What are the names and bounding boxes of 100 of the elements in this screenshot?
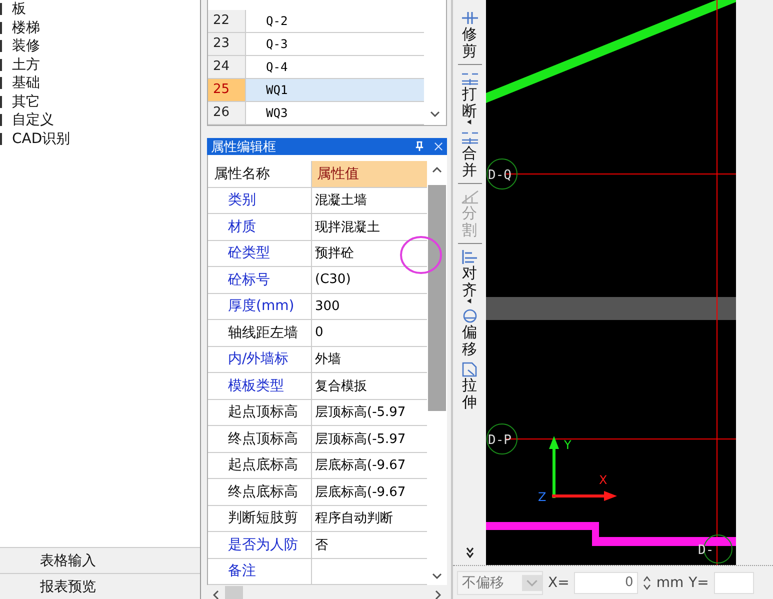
- axis-bubble: D-Q: [486, 158, 518, 190]
- tree-node-marker: [0, 132, 2, 145]
- property-name: 砼类型: [228, 244, 270, 262]
- toolbar-button[interactable]: 修剪: [454, 8, 484, 61]
- toolbar-button[interactable]: 打断: [454, 68, 484, 127]
- y-label: Y=: [688, 574, 709, 590]
- property-name: 材质: [228, 218, 256, 236]
- double-chevron-down-icon[interactable]: [464, 547, 474, 559]
- row-number: 23: [208, 33, 246, 55]
- tree-node-marker: [0, 40, 2, 52]
- component-name: WQ3: [265, 105, 289, 122]
- tree-item[interactable]: 楼梯: [12, 18, 40, 37]
- chevron-down-icon[interactable]: [432, 573, 442, 579]
- y-axis-arrow: [549, 436, 559, 498]
- axis-label: Y: [564, 438, 572, 452]
- side-panel-button[interactable]: 报表预览: [0, 573, 200, 599]
- scrollbar-thumb[interactable]: [225, 586, 243, 599]
- axis-label: Z: [538, 490, 546, 504]
- property-name: 判断短肢剪: [228, 509, 298, 528]
- property-name: 内/外墙标: [228, 350, 289, 368]
- property-name: 类别: [228, 191, 256, 210]
- axis-label: X: [599, 473, 608, 487]
- tree-item[interactable]: CAD识别: [12, 130, 70, 148]
- component-row[interactable]: 24 Q-4: [208, 56, 424, 79]
- chevron-left-icon[interactable]: [213, 590, 219, 599]
- toolbar-button[interactable]: 拉伸: [454, 359, 484, 412]
- property-value-cell[interactable]: 否: [312, 532, 427, 558]
- property-name: 备注: [228, 562, 256, 580]
- panel-title: 属性编辑框: [211, 138, 277, 156]
- dropdown-arrow-icon: [467, 298, 472, 304]
- property-name: 是否为人防: [228, 536, 298, 554]
- component-row[interactable]: 25 WQ1: [208, 79, 424, 102]
- property-value-cell[interactable]: 层底标高(-9.67: [312, 479, 427, 504]
- property-value-cell[interactable]: 现拌混凝土: [312, 214, 427, 240]
- chevron-up-icon[interactable]: [432, 167, 442, 173]
- tree-node-marker: [0, 22, 2, 34]
- property-name: 起点顶标高: [228, 403, 298, 422]
- tree-item[interactable]: 基础: [12, 74, 40, 92]
- row-number: 26: [208, 102, 246, 124]
- offset-mode-dropdown[interactable]: 不偏移: [457, 570, 543, 594]
- tree-item[interactable]: 其它: [12, 92, 40, 111]
- tree-item[interactable]: 土方: [12, 56, 40, 74]
- tree-node-marker: [0, 58, 2, 71]
- property-name: 厚度(mm): [228, 297, 294, 316]
- column-header: 属性值: [312, 161, 427, 186]
- chevron-down-icon: [522, 574, 542, 590]
- row-number: 24: [208, 56, 246, 78]
- property-value-cell[interactable]: 程序自动判断: [312, 506, 427, 531]
- tree-node-marker: [0, 77, 2, 90]
- property-value-cell[interactable]: (C30): [312, 267, 427, 292]
- property-value-cell[interactable]: 0: [312, 320, 427, 346]
- property-name: 轴线距左墙: [228, 324, 298, 342]
- align-icon: [460, 249, 480, 265]
- pin-icon[interactable]: [415, 141, 424, 152]
- property-value-cell[interactable]: 混凝土墙: [312, 188, 427, 213]
- property-name: 砼标号: [228, 270, 270, 289]
- property-name: 起点底标高: [228, 456, 298, 474]
- tree-item[interactable]: 板: [12, 0, 26, 18]
- component-name: Q-2: [265, 13, 289, 30]
- unit-label: mm: [656, 574, 684, 590]
- component-name: Q-3: [265, 36, 289, 53]
- tree-node-marker: [0, 3, 2, 16]
- property-value-cell[interactable]: 300: [312, 294, 427, 319]
- property-value-cell[interactable]: 层底标高(-9.67: [312, 452, 427, 478]
- tree-item[interactable]: 装修: [12, 37, 40, 56]
- toolbar-button[interactable]: 合并: [454, 127, 484, 180]
- x-axis-arrow: [552, 491, 617, 501]
- property-value-cell[interactable]: 复合模扳: [312, 373, 427, 398]
- toolbar-button[interactable]: 对齐: [454, 247, 484, 306]
- close-icon[interactable]: [434, 142, 443, 151]
- spinner-icon[interactable]: [643, 574, 652, 590]
- trim-icon: [460, 10, 480, 26]
- scrollbar-thumb[interactable]: [428, 185, 446, 411]
- row-number: 22: [208, 10, 246, 32]
- x-input-field[interactable]: 0: [574, 572, 638, 594]
- hand-drawn-circle-mark: [398, 234, 444, 276]
- stretch-icon: [460, 361, 480, 377]
- tree-node-marker: [0, 114, 2, 126]
- property-value-cell[interactable]: 外墙: [312, 346, 427, 372]
- component-name: Q-4: [265, 59, 289, 76]
- component-row[interactable]: 23 Q-3: [208, 33, 424, 56]
- property-value-cell[interactable]: 预拌砼: [312, 240, 427, 266]
- toolbar-button[interactable]: 偏移: [454, 306, 484, 359]
- tree-node-marker: [0, 96, 2, 108]
- axis-bubble: D-P: [486, 424, 518, 454]
- split-icon: [460, 189, 480, 205]
- property-name: 终点底标高: [228, 482, 298, 501]
- side-panel-button[interactable]: 表格输入: [0, 547, 200, 573]
- dropdown-arrow-icon: [467, 119, 472, 125]
- property-value-cell[interactable]: 层顶标高(-5.97: [312, 426, 427, 452]
- row-number: 25: [208, 79, 246, 101]
- property-name: 模板类型: [228, 376, 284, 395]
- y-input-field[interactable]: [714, 572, 754, 594]
- chevron-down-icon[interactable]: [430, 111, 440, 117]
- property-value-cell[interactable]: 层顶标高(-5.97: [312, 400, 427, 425]
- chevron-right-icon[interactable]: [435, 590, 441, 599]
- tree-item[interactable]: 自定义: [12, 111, 54, 130]
- component-row[interactable]: 22 Q-2: [208, 10, 424, 33]
- component-row[interactable]: 26 WQ3: [208, 102, 424, 125]
- x-label: X=: [548, 574, 570, 590]
